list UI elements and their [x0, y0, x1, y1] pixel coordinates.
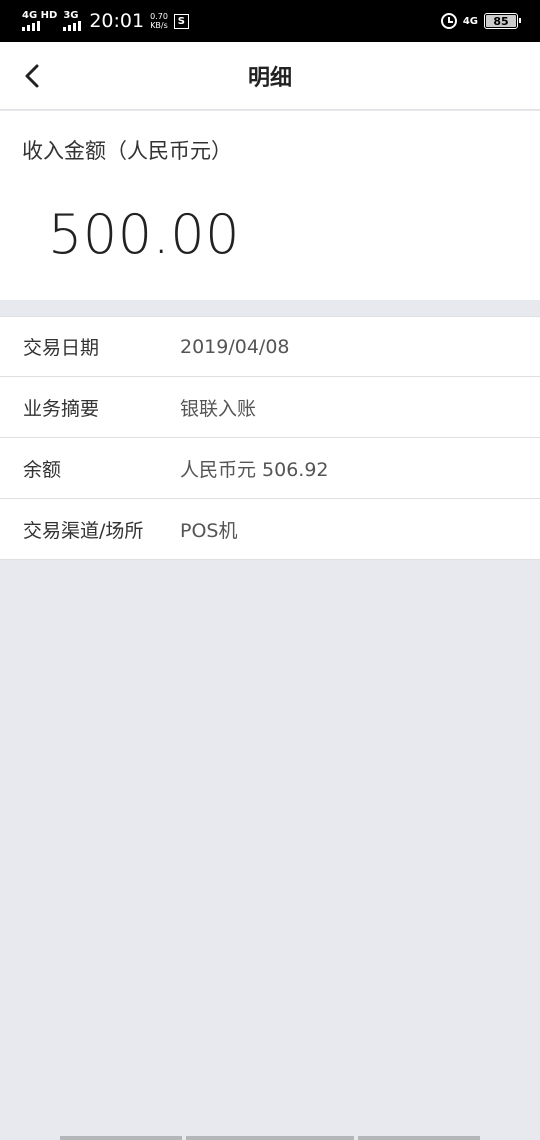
battery-level: 85 — [493, 14, 509, 28]
signal-4g-icon: 4G HD — [22, 11, 57, 31]
network-label-3: 4G — [462, 15, 478, 27]
status-bar: 4G HD 3G 20:01 0.70 KB/s S 4G 85 — [0, 0, 540, 42]
speed-value: 0.70 — [150, 12, 168, 21]
network-speed: 0.70 KB/s — [150, 12, 168, 30]
amount-label: 收入金额（人民币元） — [22, 139, 232, 163]
status-left: 4G HD 3G 20:01 0.70 KB/s S — [22, 10, 189, 32]
signal-3g-icon: 3G — [63, 10, 82, 31]
detail-value: 2019/04/08 — [180, 335, 290, 358]
detail-row-summary: 业务摘要 银联入账 — [0, 377, 540, 438]
status-right: 4G 85 — [440, 13, 521, 29]
speed-unit: KB/s — [150, 21, 168, 30]
detail-label: 交易渠道/场所 — [23, 519, 144, 542]
amount-value: 500.00 — [48, 203, 240, 266]
detail-label: 业务摘要 — [23, 397, 100, 420]
app-notification-letter: S — [177, 15, 185, 27]
nav-bar: 明细 — [0, 42, 540, 110]
network-label-1: 4G HD — [22, 10, 58, 21]
battery-icon: 85 — [484, 13, 521, 29]
page-title: 明细 — [247, 65, 292, 91]
alarm-icon — [440, 13, 457, 29]
amount-card: 收入金额（人民币元） 500.00 — [0, 111, 540, 300]
detail-row-date: 交易日期 2019/04/08 — [0, 316, 540, 377]
detail-value: POS机 — [180, 519, 238, 542]
home-indicator — [60, 1136, 480, 1140]
status-time: 20:01 — [89, 10, 145, 32]
detail-row-balance: 余额 人民币元 506.92 — [0, 438, 540, 499]
detail-label: 余额 — [23, 458, 62, 481]
details-list: 交易日期 2019/04/08 业务摘要 银联入账 余额 人民币元 506.92… — [0, 316, 540, 560]
detail-label: 交易日期 — [23, 337, 100, 359]
detail-value: 人民币元 506.92 — [180, 458, 329, 481]
back-button[interactable] — [10, 54, 54, 98]
network-label-2: 3G — [63, 10, 79, 21]
detail-row-channel: 交易渠道/场所 POS机 — [0, 499, 540, 560]
chevron-left-icon — [25, 64, 39, 88]
detail-value: 银联入账 — [180, 397, 257, 420]
app-notification-icon: S — [173, 13, 189, 29]
